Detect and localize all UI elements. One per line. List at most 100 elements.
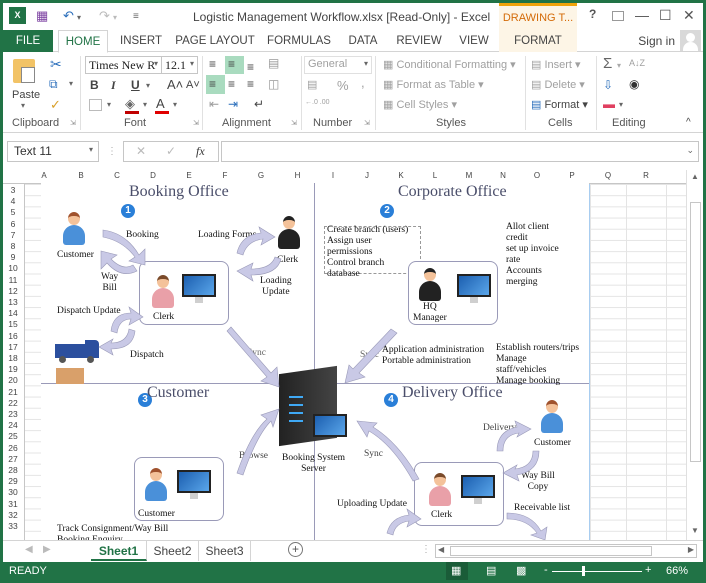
cut-icon[interactable]: ✂ — [50, 56, 62, 73]
column-header[interactable]: M — [452, 171, 486, 180]
row-header[interactable]: 21 — [3, 387, 23, 397]
horizontal-scroll-thumb[interactable] — [450, 546, 652, 556]
fill-color-dropdown-icon[interactable]: ▾ — [143, 100, 147, 109]
column-header[interactable]: F — [207, 171, 243, 180]
tab-data[interactable]: DATA — [343, 30, 383, 52]
expand-formula-bar-icon[interactable]: ⌄ — [686, 145, 694, 156]
logistics-workflow-diagram[interactable]: Booking Office 1 Customer Booking Way Bi… — [41, 183, 589, 540]
name-box[interactable]: Text 11 ▾ — [7, 141, 99, 162]
font-name-combobox[interactable]: Times New R ▾ — [85, 56, 162, 74]
borders-icon[interactable] — [89, 99, 102, 111]
row-header[interactable]: 7 — [3, 230, 23, 240]
close-button[interactable]: ✕ — [683, 7, 695, 24]
row-header[interactable]: 11 — [3, 275, 23, 285]
undo-icon[interactable]: ↶ — [63, 8, 74, 24]
tab-page-layout[interactable]: PAGE LAYOUT — [175, 30, 255, 52]
ribbon-display-options-button[interactable] — [612, 11, 624, 21]
undo-dropdown-icon[interactable]: ▾ — [77, 13, 81, 22]
row-header[interactable]: 17 — [3, 342, 23, 352]
align-left-icon[interactable]: ≡ — [209, 77, 216, 91]
decrease-indent-icon[interactable]: ⇤ — [209, 97, 219, 111]
scroll-left-icon[interactable]: ◀ — [438, 545, 444, 554]
normal-view-button[interactable]: ▦ — [451, 564, 461, 577]
customize-qat-icon[interactable]: ≡ — [133, 11, 139, 22]
format-cells-button[interactable]: ▤ Format ▾ — [531, 98, 588, 111]
row-header[interactable]: 33 — [3, 521, 23, 531]
number-format-combobox[interactable]: General ▾ — [304, 56, 372, 74]
underline-button[interactable]: U — [131, 78, 140, 92]
copy-icon[interactable]: ⧉ — [49, 77, 58, 92]
redo-icon[interactable]: ↷ — [99, 8, 110, 24]
tab-review[interactable]: REVIEW — [393, 30, 445, 52]
sheet-tab-sheet2[interactable]: Sheet2 — [147, 541, 199, 561]
number-launcher-icon[interactable]: ⇲ — [364, 119, 370, 127]
wrap-text-icon[interactable]: ↵ — [254, 97, 264, 111]
scroll-right-icon[interactable]: ▶ — [688, 545, 694, 554]
clear-dropdown-icon[interactable]: ▾ — [619, 100, 623, 109]
clipboard-launcher-icon[interactable]: ⇲ — [70, 119, 76, 127]
tab-split-handle-icon[interactable]: ⋮ — [421, 544, 431, 555]
save-icon[interactable]: ▦ — [36, 8, 48, 24]
merge-center-icon[interactable]: ◫ — [268, 77, 279, 91]
tab-format[interactable]: FORMAT — [499, 30, 577, 52]
chevron-down-icon[interactable]: ▾ — [89, 145, 93, 154]
column-header[interactable]: Q — [590, 171, 626, 180]
row-header[interactable]: 25 — [3, 431, 23, 441]
alignment-launcher-icon[interactable]: ⇲ — [291, 119, 297, 127]
row-header[interactable]: 24 — [3, 420, 23, 430]
column-header[interactable]: E — [171, 171, 207, 180]
scroll-sheets-left-icon[interactable]: ◀ — [25, 544, 33, 555]
increase-indent-icon[interactable]: ⇥ — [228, 97, 238, 111]
column-header[interactable]: K — [384, 171, 418, 180]
autosum-button[interactable]: Σ — [603, 55, 612, 72]
row-header[interactable]: 9 — [3, 252, 23, 262]
row-header[interactable]: 3 — [3, 185, 23, 195]
zoom-level[interactable]: 66% — [666, 565, 688, 577]
column-header[interactable]: O — [520, 171, 554, 180]
row-header[interactable]: 19 — [3, 364, 23, 374]
sign-in-link[interactable]: Sign in — [638, 34, 675, 48]
enter-formula-button[interactable]: ✓ — [166, 144, 176, 158]
borders-dropdown-icon[interactable]: ▾ — [107, 100, 111, 109]
column-header[interactable]: N — [486, 171, 520, 180]
tab-file[interactable]: FILE — [3, 30, 53, 52]
row-header[interactable]: 15 — [3, 319, 23, 329]
column-header[interactable]: P — [554, 171, 590, 180]
tab-formulas[interactable]: FORMULAS — [265, 30, 333, 52]
increase-font-size-button[interactable]: A˄ — [167, 77, 183, 92]
help-button[interactable]: ? — [589, 7, 596, 21]
conditional-formatting-button[interactable]: ▦ Conditional Formatting ▾ — [383, 58, 516, 71]
italic-button[interactable]: I — [111, 78, 116, 93]
row-header[interactable]: 23 — [3, 409, 23, 419]
collapse-ribbon-button[interactable]: ^ — [686, 117, 691, 128]
insert-function-button[interactable]: fx — [196, 144, 205, 159]
sort-filter-button[interactable]: A↓Z — [629, 58, 645, 68]
column-header[interactable]: D — [135, 171, 171, 180]
percent-style-button[interactable]: % — [337, 78, 349, 93]
column-header[interactable]: J — [350, 171, 384, 180]
minimize-button[interactable]: — — [635, 7, 649, 23]
row-header[interactable]: 30 — [3, 487, 23, 497]
row-header[interactable]: 16 — [3, 331, 23, 341]
maximize-button[interactable]: ☐ — [659, 7, 672, 24]
scroll-up-icon[interactable]: ▲ — [691, 172, 699, 181]
autosum-dropdown-icon[interactable]: ▾ — [617, 61, 621, 70]
fill-color-icon[interactable]: ◈ — [125, 96, 135, 112]
sheet-tab-sheet1[interactable]: Sheet1 — [91, 541, 147, 561]
row-header[interactable]: 8 — [3, 241, 23, 251]
align-center-icon[interactable]: ≡ — [228, 77, 235, 91]
horizontal-scrollbar[interactable]: ◀ ▶ — [435, 544, 697, 558]
font-color-button[interactable]: A — [156, 96, 165, 111]
find-select-icon[interactable]: ◉ — [629, 77, 639, 91]
row-header[interactable]: 26 — [3, 443, 23, 453]
tab-view[interactable]: VIEW — [455, 30, 493, 52]
tab-insert[interactable]: INSERT — [116, 30, 166, 52]
font-size-combobox[interactable]: 12.1 ▾ — [161, 56, 198, 74]
format-painter-icon[interactable]: ✓ — [50, 97, 61, 113]
format-as-table-button[interactable]: ▦ Format as Table ▾ — [383, 78, 484, 91]
delete-cells-button[interactable]: ▤ Delete ▾ — [531, 78, 585, 91]
new-sheet-button[interactable]: + — [288, 542, 303, 557]
fill-icon[interactable]: ⇩ — [603, 78, 613, 92]
bottom-align-icon[interactable]: ≡ — [247, 60, 254, 74]
row-header[interactable]: 28 — [3, 465, 23, 475]
